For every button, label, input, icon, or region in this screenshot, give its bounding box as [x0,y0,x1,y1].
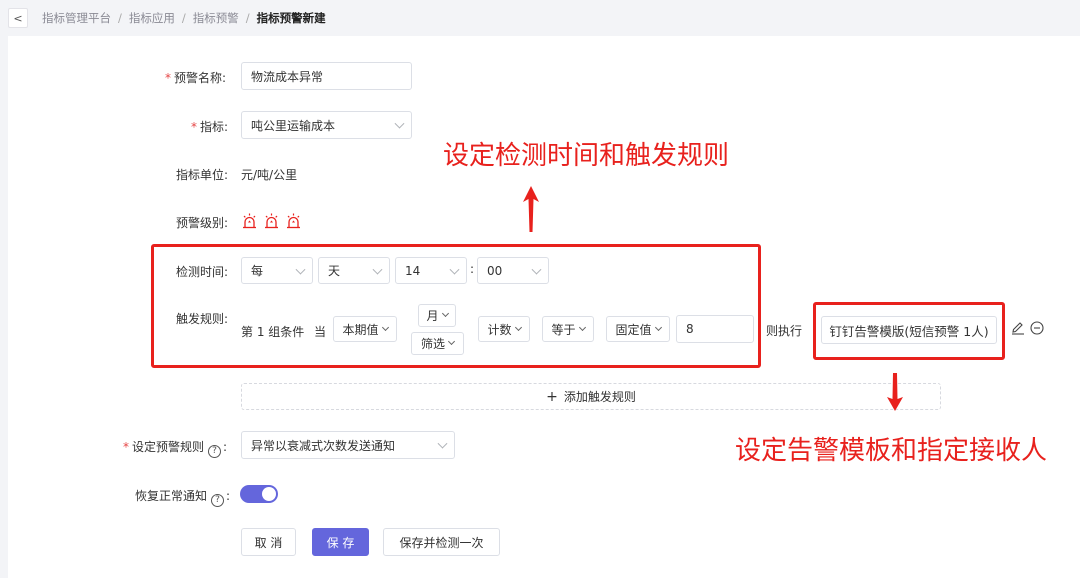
required-mark: * [165,71,171,85]
annotation-top-text: 设定检测时间和触发规则 [443,141,730,171]
help-icon[interactable]: ? [208,445,222,458]
arrow-down-icon [887,373,903,411]
chevron-left-icon: < [13,11,23,25]
required-mark: * [123,440,129,454]
recovery-label: 恢复正常通知?: [135,489,231,507]
unit-value: 元/吨/公里 [241,168,298,182]
breadcrumb-separator: / [181,11,186,25]
alarm-light-icon[interactable] [242,213,257,229]
breadcrumb-bar: < 指标管理平台 / 指标应用 / 指标预警 / 指标预警新建 [0,0,1080,36]
annotation-bottom-text: 设定告警模板和指定接收人 [735,436,1048,466]
metric-label: * 指标: [191,120,229,134]
level-label: 预警级别: [176,216,229,230]
cancel-button[interactable]: 取 消 [241,528,296,556]
alert-rule-value: 异常以衰减式次数发送通知 [251,438,396,453]
level-icons[interactable] [242,213,308,229]
highlight-box-rules [151,244,761,368]
metric-select[interactable]: 吨公里运输成本 [241,111,412,139]
save-and-detect-button[interactable]: 保存并检测一次 [383,528,500,556]
recovery-toggle[interactable] [240,485,278,503]
alert-name-value: 物流成本异常 [251,69,324,84]
alert-rule-select[interactable]: 异常以衰减式次数发送通知 [241,431,455,459]
required-mark: * [191,120,197,134]
chevron-down-icon [437,438,448,449]
toggle-knob [262,487,276,501]
add-trigger-rule-label: 添加触发规则 [563,390,636,404]
alert-name-input[interactable]: 物流成本异常 [241,62,412,90]
highlight-box-template [813,302,1005,360]
save-button[interactable]: 保 存 [312,528,369,556]
edit-icon[interactable] [1011,321,1025,335]
breadcrumb-item-warning[interactable]: 指标预警 [193,10,239,26]
breadcrumb: 指标管理平台 / 指标应用 / 指标预警 / 指标预警新建 [42,10,326,26]
back-button[interactable]: < [8,8,28,28]
alarm-light-icon[interactable] [286,213,301,229]
unit-label: 指标单位: [176,168,229,182]
remove-circle-icon[interactable] [1030,321,1044,335]
breadcrumb-current: 指标预警新建 [256,11,326,25]
breadcrumb-item-platform[interactable]: 指标管理平台 [42,10,111,26]
alert-name-label: * 预警名称: [165,71,227,85]
breadcrumb-item-application[interactable]: 指标应用 [129,10,175,26]
help-icon[interactable]: ? [211,494,225,507]
alarm-light-icon[interactable] [264,213,279,229]
alert-rule-label: * 设定预警规则?: [123,440,228,458]
chevron-down-icon [394,118,405,129]
plus-icon: + [546,388,558,405]
breadcrumb-separator: / [118,11,122,25]
then-exec-text: 则执行 [766,324,803,338]
add-trigger-rule-button[interactable]: + 添加触发规则 [241,383,941,410]
arrow-up-icon [523,186,539,232]
breadcrumb-separator: / [245,11,250,25]
metric-value: 吨公里运输成本 [251,118,336,133]
